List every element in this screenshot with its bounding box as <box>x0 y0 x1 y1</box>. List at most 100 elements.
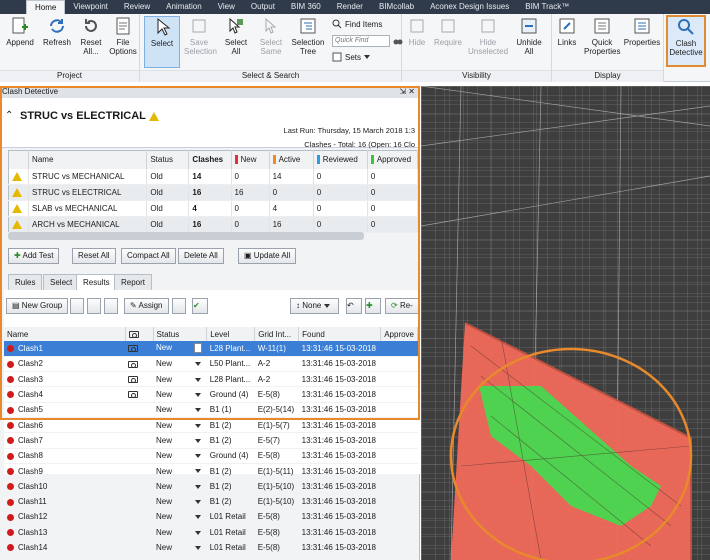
table-row[interactable]: Clash5 New B1 (1) E(2)-5(14) 13:31:46 15-03-… <box>4 402 418 418</box>
select-same-button[interactable]: Select Same <box>256 16 286 56</box>
status-dropdown-icon[interactable] <box>194 543 204 552</box>
tab-home[interactable]: Home <box>26 0 66 14</box>
require-button[interactable]: Require <box>432 16 464 47</box>
horizontal-scrollbar[interactable] <box>8 232 364 240</box>
tab-bim360[interactable]: BIM 360 <box>283 0 329 14</box>
table-row[interactable]: Clash1 New L28 Plant... W-11(1) 13:31:46 15-… <box>4 341 418 357</box>
status-dropdown-icon[interactable] <box>194 390 204 399</box>
select-button[interactable]: Select <box>144 16 180 68</box>
clash-status[interactable]: New <box>153 417 207 434</box>
tab-aconex[interactable]: Aconex Design Issues <box>422 0 517 14</box>
table-row[interactable]: Clash13 New L01 Retail E-5(8) 13:31:46 15-03… <box>4 524 418 541</box>
tab-bimtrack[interactable]: BIM Track™ <box>517 0 577 14</box>
table-row[interactable]: Clash2 New L50 Plant... A-2 13:31:46 15-03-2… <box>4 356 418 373</box>
reset-view-icon[interactable]: ↶ <box>346 298 362 314</box>
camera-icon[interactable] <box>128 391 139 399</box>
test-row[interactable]: ARCH vs MECHANICAL Old 16 0 16 0 0 <box>8 216 419 233</box>
find-items-button[interactable]: Find Items <box>332 19 382 29</box>
tab-viewpoint[interactable]: Viewpoint <box>65 0 116 14</box>
col-viewpoint[interactable] <box>125 327 154 341</box>
table-row[interactable]: Clash4 New Ground (4) E-5(8) 13:31:46 15-03-… <box>4 386 418 403</box>
col-level[interactable]: Level <box>206 327 256 341</box>
quick-find-input[interactable]: Quick Find <box>332 35 390 47</box>
explode-group-icon[interactable] <box>87 298 101 314</box>
col-status[interactable]: Status <box>146 150 190 169</box>
append-button[interactable]: Append <box>4 16 36 47</box>
unassign-icon[interactable] <box>172 298 186 314</box>
test-row[interactable]: STRUC vs ELECTRICAL Old 16 16 0 0 0 <box>8 184 419 201</box>
clash-status[interactable]: New <box>153 341 207 357</box>
col-new[interactable]: New <box>231 150 270 169</box>
add-test-button[interactable]: ✚ Add Test <box>8 248 60 264</box>
sets-dropdown[interactable]: Sets <box>332 52 373 62</box>
reset-all-button[interactable]: Reset All... <box>77 16 105 56</box>
unhide-all-button[interactable]: Unhide All <box>512 16 546 56</box>
tab-report[interactable]: Report <box>114 274 153 290</box>
table-row[interactable]: Clash7 New B1 (2) E-5(7) 13:31:46 15-03-2018 <box>4 432 418 449</box>
col-approved[interactable]: Approve <box>380 327 418 341</box>
test-row[interactable]: SLAB vs MECHANICAL Old 4 0 4 0 0 <box>8 200 419 217</box>
table-row[interactable]: Clash9 New B1 (2) E(1)-5(11) 13:31:46 15-03-… <box>4 463 418 480</box>
status-dropdown-icon[interactable] <box>194 451 204 460</box>
table-row[interactable]: Clash12 New L01 Retail E-5(8) 13:31:46 15-03… <box>4 509 418 526</box>
col-name[interactable]: Name <box>28 150 148 169</box>
col-reviewed[interactable]: Reviewed <box>313 150 368 169</box>
col-name[interactable]: Name <box>4 327 126 341</box>
clash-status[interactable]: New <box>153 356 207 373</box>
tab-bimcollab[interactable]: BIMcollab <box>371 0 422 14</box>
selection-tree-button[interactable]: Selection Tree <box>290 16 326 56</box>
clash-status[interactable]: New <box>153 432 207 449</box>
hide-unselected-button[interactable]: Hide Unselected <box>468 16 508 56</box>
status-dropdown-icon[interactable] <box>194 421 204 430</box>
col-grid[interactable]: Grid Int... <box>254 327 300 341</box>
tab-select[interactable]: Select <box>43 274 80 290</box>
none-dropdown[interactable]: ↕ None <box>290 298 339 314</box>
status-dropdown-icon[interactable] <box>193 343 202 354</box>
clash-status[interactable]: New <box>153 539 207 556</box>
tab-results[interactable]: Results <box>76 274 117 290</box>
approve-icon[interactable]: ✔ <box>192 298 208 314</box>
update-all-button[interactable]: ▣ Update All <box>238 248 297 264</box>
tab-view[interactable]: View <box>210 0 243 14</box>
status-dropdown-icon[interactable] <box>194 375 204 384</box>
tab-animation[interactable]: Animation <box>158 0 210 14</box>
links-button[interactable]: Links <box>554 16 580 47</box>
compact-all-button[interactable]: Compact All <box>121 248 176 264</box>
table-row[interactable]: Clash3 New L28 Plant... A-2 13:31:46 15-03-2… <box>4 371 418 388</box>
refresh-button[interactable]: Refresh <box>40 16 74 47</box>
clash-detective-button[interactable]: Clash Detective <box>666 15 706 67</box>
status-dropdown-icon[interactable] <box>194 467 204 476</box>
clash-status[interactable]: New <box>153 493 207 510</box>
tab-render[interactable]: Render <box>329 0 371 14</box>
status-dropdown-icon[interactable] <box>194 405 204 414</box>
3d-viewport[interactable] <box>421 86 710 560</box>
camera-icon[interactable] <box>128 360 139 368</box>
col-status[interactable]: Status <box>153 327 208 341</box>
table-row[interactable]: Clash14 New L01 Retail E-5(8) 13:31:46 15-03… <box>4 539 418 556</box>
table-row[interactable]: Clash6 New B1 (2) E(1)-5(7) 13:31:46 15-03-2… <box>4 417 418 434</box>
rerun-button[interactable]: ⟳ Re- <box>385 298 419 314</box>
clash-status[interactable]: New <box>153 463 207 480</box>
save-selection-button[interactable]: Save Selection <box>184 16 217 56</box>
tab-rules[interactable]: Rules <box>8 274 43 290</box>
status-dropdown-icon[interactable] <box>194 482 204 491</box>
file-options-button[interactable]: File Options <box>107 16 139 56</box>
new-group-button[interactable]: ▤ New Group <box>6 298 69 314</box>
collapse-icon[interactable]: ⌃ <box>5 110 13 121</box>
pin-close-icons[interactable]: ⇲ ✕ <box>399 86 419 98</box>
properties-button[interactable]: Properties <box>622 16 662 47</box>
table-row[interactable]: Clash11 New B1 (2) E(1)-5(10) 13:31:46 15-03… <box>4 493 418 510</box>
clash-status[interactable]: New <box>153 524 207 541</box>
clear-group-icon[interactable] <box>104 298 118 314</box>
clash-status[interactable]: New <box>153 371 207 388</box>
quick-properties-button[interactable]: Quick Properties <box>584 16 620 56</box>
table-row[interactable]: Clash10 New B1 (2) E(1)-5(10) 13:31:46 15-03… <box>4 478 418 495</box>
select-all-button[interactable]: Select All <box>222 16 250 56</box>
camera-icon[interactable] <box>128 345 139 353</box>
status-dropdown-icon[interactable] <box>194 497 204 506</box>
hide-button[interactable]: Hide <box>406 16 428 47</box>
clash-status[interactable]: New <box>153 402 207 418</box>
test-row[interactable]: STRUC vs MECHANICAL Old 14 0 14 0 0 <box>8 168 419 185</box>
status-dropdown-icon[interactable] <box>194 528 204 537</box>
clash-status[interactable]: New <box>153 478 207 495</box>
